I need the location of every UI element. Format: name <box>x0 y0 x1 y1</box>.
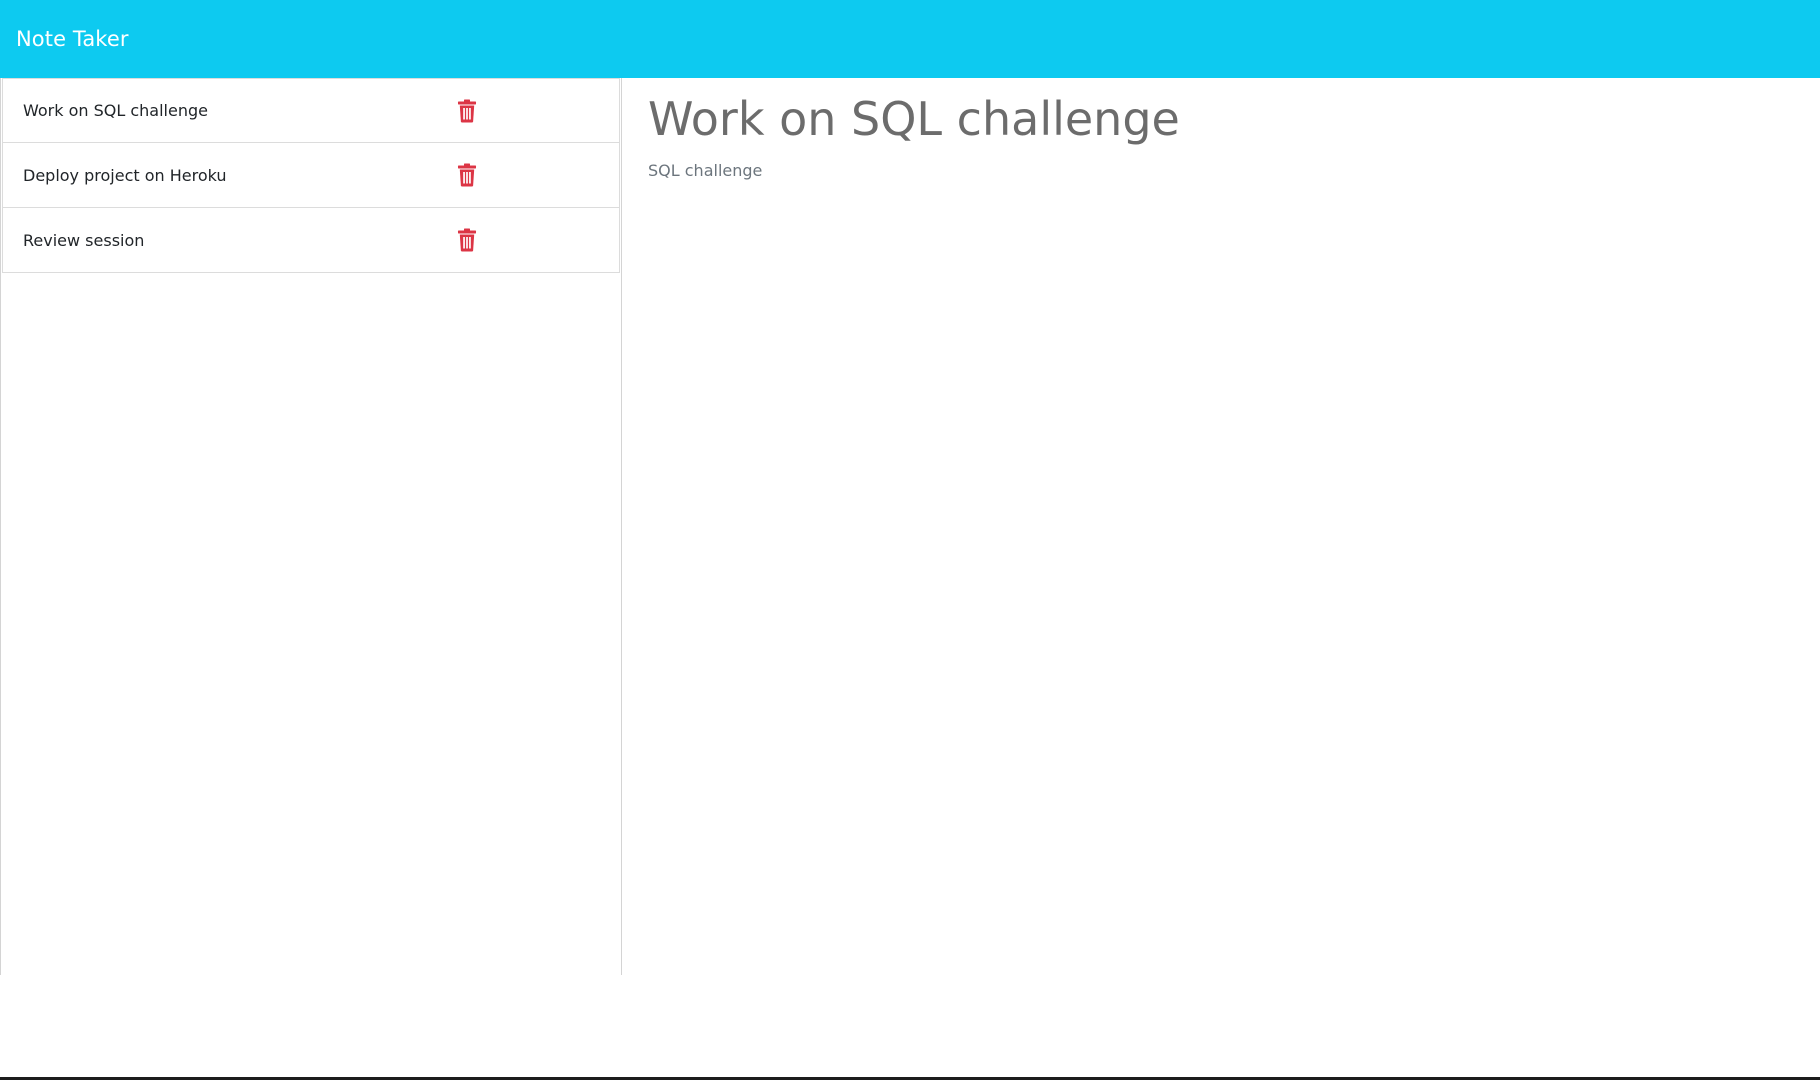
notes-sidebar: Work on SQL challenge Deploy project on … <box>0 78 622 975</box>
note-list-item[interactable]: Work on SQL challenge <box>2 78 620 143</box>
note-title-field[interactable] <box>648 90 1798 148</box>
app-window: Note Taker Work on SQL challenge Deploy … <box>0 0 1820 1080</box>
note-item-title[interactable]: Deploy project on Heroku <box>23 166 227 185</box>
app-brand-link[interactable]: Note Taker <box>16 27 129 51</box>
trash-icon[interactable] <box>457 228 477 252</box>
trash-icon[interactable] <box>457 99 477 123</box>
note-list-item[interactable]: Deploy project on Heroku <box>2 143 620 208</box>
note-item-title[interactable]: Review session <box>23 231 144 250</box>
trash-icon[interactable] <box>457 163 477 187</box>
note-item-title[interactable]: Work on SQL challenge <box>23 101 208 120</box>
note-list-item[interactable]: Review session <box>2 208 620 273</box>
note-text-field[interactable]: SQL challenge <box>648 160 1798 940</box>
note-editor: SQL challenge <box>623 78 1820 975</box>
top-navbar: Note Taker <box>0 0 1820 78</box>
notes-list: Work on SQL challenge Deploy project on … <box>1 78 621 273</box>
